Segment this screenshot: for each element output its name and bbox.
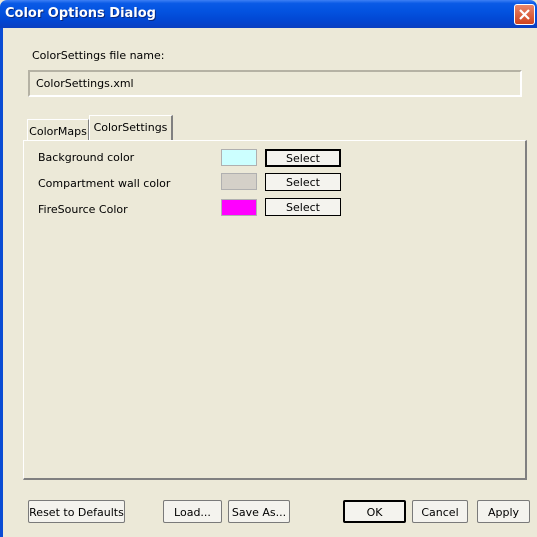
- file-name-field[interactable]: ColorSettings.xml: [28, 70, 522, 97]
- background-color-swatch: [221, 149, 257, 166]
- cancel-button[interactable]: Cancel: [412, 500, 468, 523]
- tab-colormaps[interactable]: ColorMaps: [27, 119, 89, 140]
- button-label: Apply: [487, 506, 520, 519]
- button-label: Save As...: [231, 506, 287, 519]
- background-color-label: Background color: [38, 151, 135, 164]
- button-label: Select: [286, 176, 320, 189]
- window-frame: [0, 28, 3, 537]
- background-color-select-button[interactable]: Select: [265, 149, 341, 167]
- button-label: Load...: [174, 506, 211, 519]
- title-bar[interactable]: Color Options Dialog: [0, 0, 537, 28]
- tab-label: ColorMaps: [29, 125, 87, 138]
- compartment-wall-color-swatch: [221, 173, 257, 190]
- reset-to-defaults-button[interactable]: Reset to Defaults: [28, 500, 125, 523]
- load-button[interactable]: Load...: [163, 500, 222, 523]
- tab-colorsettings[interactable]: ColorSettings: [89, 115, 173, 141]
- button-label: Reset to Defaults: [29, 506, 124, 519]
- close-button[interactable]: [514, 4, 535, 25]
- button-label: Cancel: [421, 506, 459, 519]
- file-name-value: ColorSettings.xml: [36, 77, 134, 90]
- tab-label: ColorSettings: [93, 121, 168, 134]
- firesource-color-swatch: [221, 199, 257, 216]
- button-label: Select: [286, 201, 320, 214]
- compartment-wall-color-label: Compartment wall color: [38, 177, 171, 190]
- button-label: Select: [286, 152, 320, 165]
- firesource-color-label: FireSource Color: [38, 203, 128, 216]
- window-title: Color Options Dialog: [5, 6, 156, 21]
- save-as-button[interactable]: Save As...: [228, 500, 290, 523]
- apply-button[interactable]: Apply: [477, 500, 530, 523]
- close-icon: [519, 9, 530, 20]
- ok-button[interactable]: OK: [343, 500, 406, 523]
- colorsettings-panel: [23, 140, 527, 480]
- file-name-label: ColorSettings file name:: [32, 49, 165, 62]
- button-label: OK: [366, 506, 383, 519]
- compartment-wall-color-select-button[interactable]: Select: [265, 173, 341, 191]
- firesource-color-select-button[interactable]: Select: [265, 198, 341, 216]
